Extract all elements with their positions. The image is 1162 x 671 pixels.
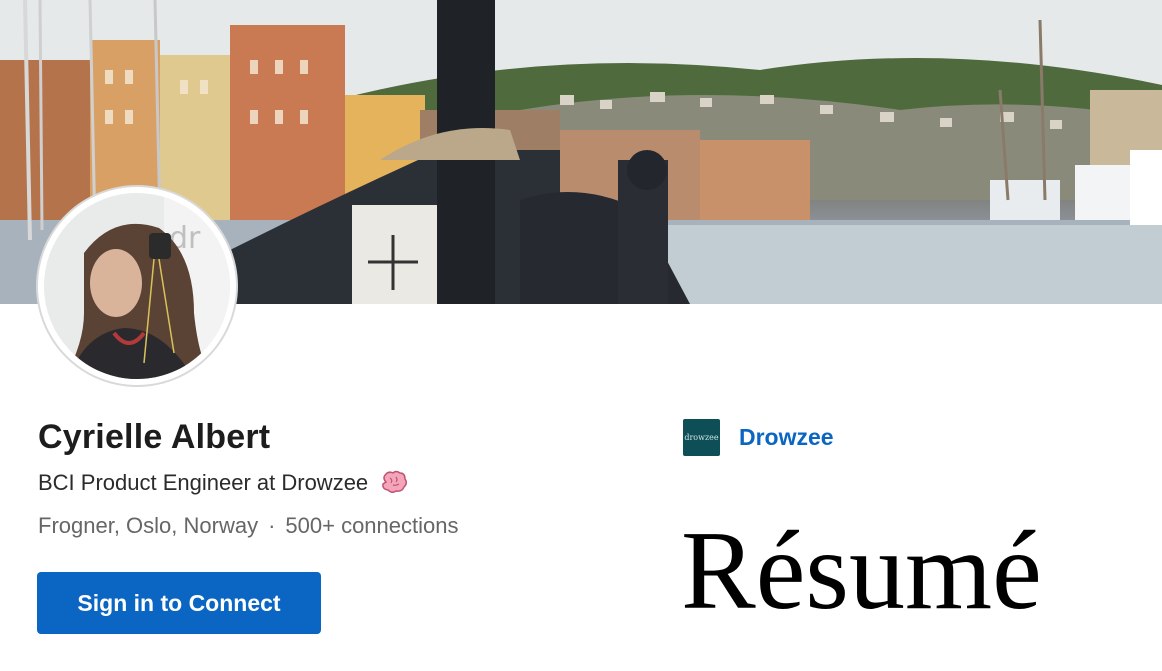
- profile-location: Frogner, Oslo, Norway: [38, 513, 259, 538]
- profile-meta: Frogner, Oslo, Norway · 500+ connections: [38, 513, 458, 539]
- sign-in-to-connect-button[interactable]: Sign in to Connect: [37, 572, 321, 634]
- meta-separator: ·: [268, 513, 276, 538]
- profile-name: Cyrielle Albert: [38, 418, 271, 456]
- headline-text: BCI Product Engineer at Drowzee: [38, 470, 369, 495]
- current-company[interactable]: drowzee Drowzee: [683, 419, 834, 456]
- company-name-link[interactable]: Drowzee: [739, 424, 834, 451]
- profile-connections[interactable]: 500+ connections: [285, 513, 458, 538]
- resume-heading: Résumé: [681, 509, 1042, 633]
- profile-avatar[interactable]: dr: [38, 187, 236, 385]
- profile-headline: BCI Product Engineer at Drowzee: [38, 470, 408, 496]
- brain-icon: [380, 470, 408, 494]
- company-logo[interactable]: drowzee: [683, 419, 720, 456]
- avatar-photo: dr: [44, 193, 230, 379]
